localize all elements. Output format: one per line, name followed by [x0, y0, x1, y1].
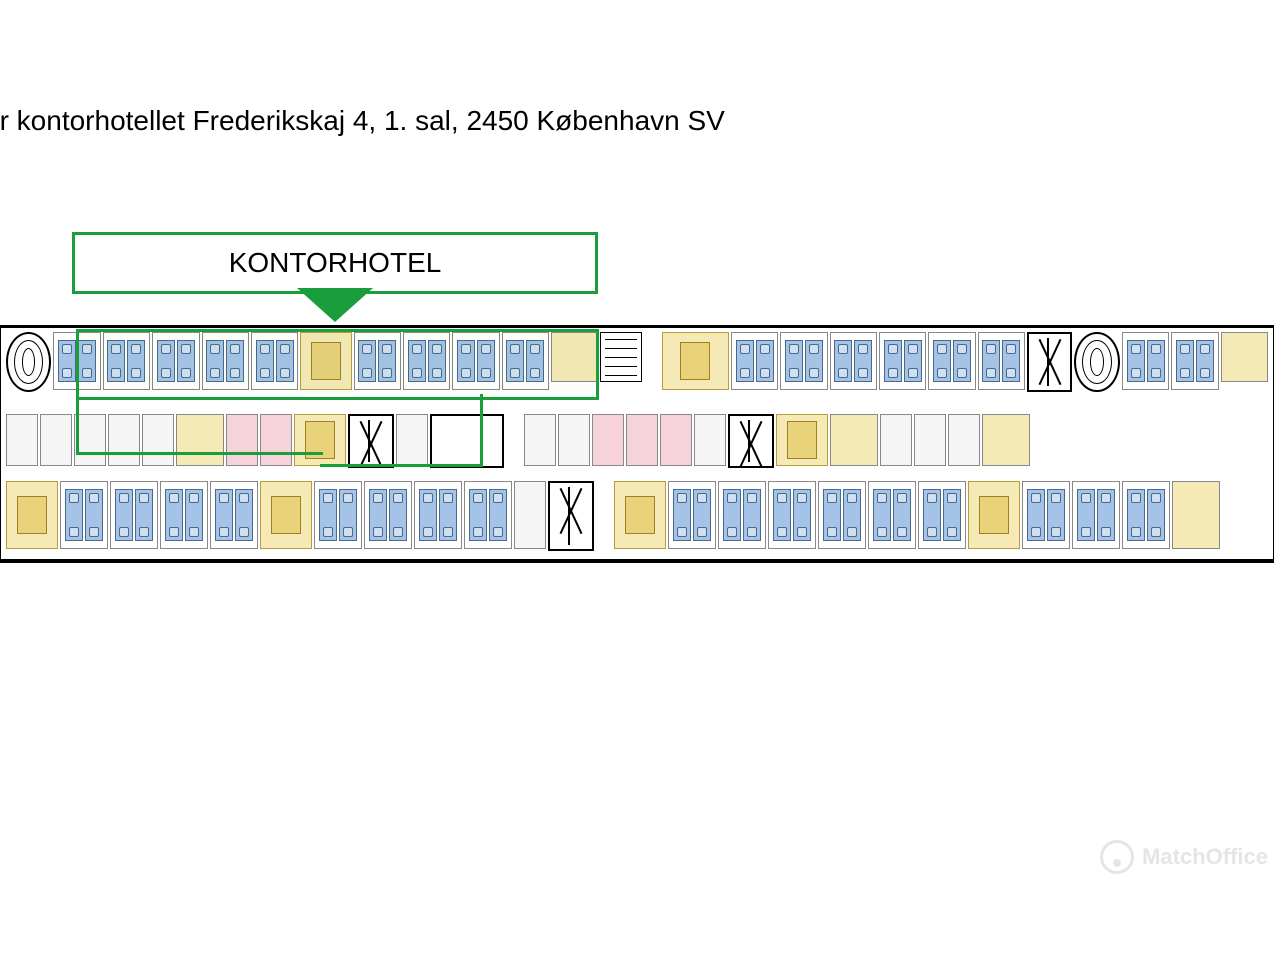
meeting-room [614, 481, 666, 549]
desk-cluster [879, 332, 926, 390]
desk-cluster [978, 332, 1025, 390]
desk-cluster [768, 481, 816, 549]
desk-cluster [818, 481, 866, 549]
meeting-room [968, 481, 1020, 549]
elevator-icon [548, 481, 594, 551]
meeting-room [6, 481, 58, 549]
utility-room [914, 414, 946, 466]
outer-wall-bottom [1, 559, 1273, 562]
desk-cluster [210, 481, 258, 549]
lounge-area [982, 414, 1030, 466]
breakout-room [660, 414, 692, 466]
desk-cluster [110, 481, 158, 549]
utility-room [524, 414, 556, 466]
utility-room [948, 414, 980, 466]
utility-room [694, 414, 726, 466]
callout-box: KONTORHOTEL [72, 232, 598, 294]
callout-label: KONTORHOTEL [229, 247, 442, 279]
desk-cluster [314, 481, 362, 549]
desk-cluster [1122, 481, 1170, 549]
pin-icon [1100, 840, 1134, 874]
breakout-room [592, 414, 624, 466]
desk-cluster [830, 332, 877, 390]
desk-cluster [780, 332, 827, 390]
utility-room [6, 414, 38, 466]
highlight-kontorhotel-lower-right [320, 394, 483, 467]
desk-cluster [668, 481, 716, 549]
desk-cluster [60, 481, 108, 549]
meeting-room [260, 481, 312, 549]
elevator-icon [728, 414, 774, 468]
desk-cluster [928, 332, 975, 390]
floor-plan [0, 325, 1274, 563]
desk-cluster [414, 481, 462, 549]
utility-room [880, 414, 912, 466]
utility-room [514, 481, 546, 549]
lounge-area [1172, 481, 1220, 549]
highlight-kontorhotel-lower-left [76, 394, 323, 455]
watermark-text: MatchOffice [1142, 844, 1268, 870]
desk-cluster [1022, 481, 1070, 549]
watermark: MatchOffice [1100, 840, 1268, 874]
desk-cluster [718, 481, 766, 549]
desk-cluster [1171, 332, 1218, 390]
lounge-area [1221, 332, 1268, 382]
breakout-room [626, 414, 658, 466]
utility-room [558, 414, 590, 466]
desk-cluster [464, 481, 512, 549]
desk-cluster [1122, 332, 1169, 390]
highlight-kontorhotel-top [76, 329, 599, 400]
stair-icon [600, 332, 641, 382]
spiral-stair-icon [6, 332, 51, 392]
outer-wall-top [1, 326, 1273, 328]
desk-cluster [1072, 481, 1120, 549]
spiral-stair-icon [1074, 332, 1119, 392]
meeting-room [776, 414, 828, 466]
page-title: ver kontorhotellet Frederikskaj 4, 1. sa… [0, 105, 725, 137]
lounge-area [830, 414, 878, 466]
elevator-icon [1027, 332, 1072, 392]
callout-arrow-icon [297, 288, 373, 322]
desk-cluster [868, 481, 916, 549]
bottom-row [6, 481, 1268, 555]
desk-cluster [918, 481, 966, 549]
desk-cluster [364, 481, 412, 549]
desk-cluster [731, 332, 778, 390]
meeting-room [662, 332, 729, 390]
desk-cluster [160, 481, 208, 549]
utility-room [40, 414, 72, 466]
